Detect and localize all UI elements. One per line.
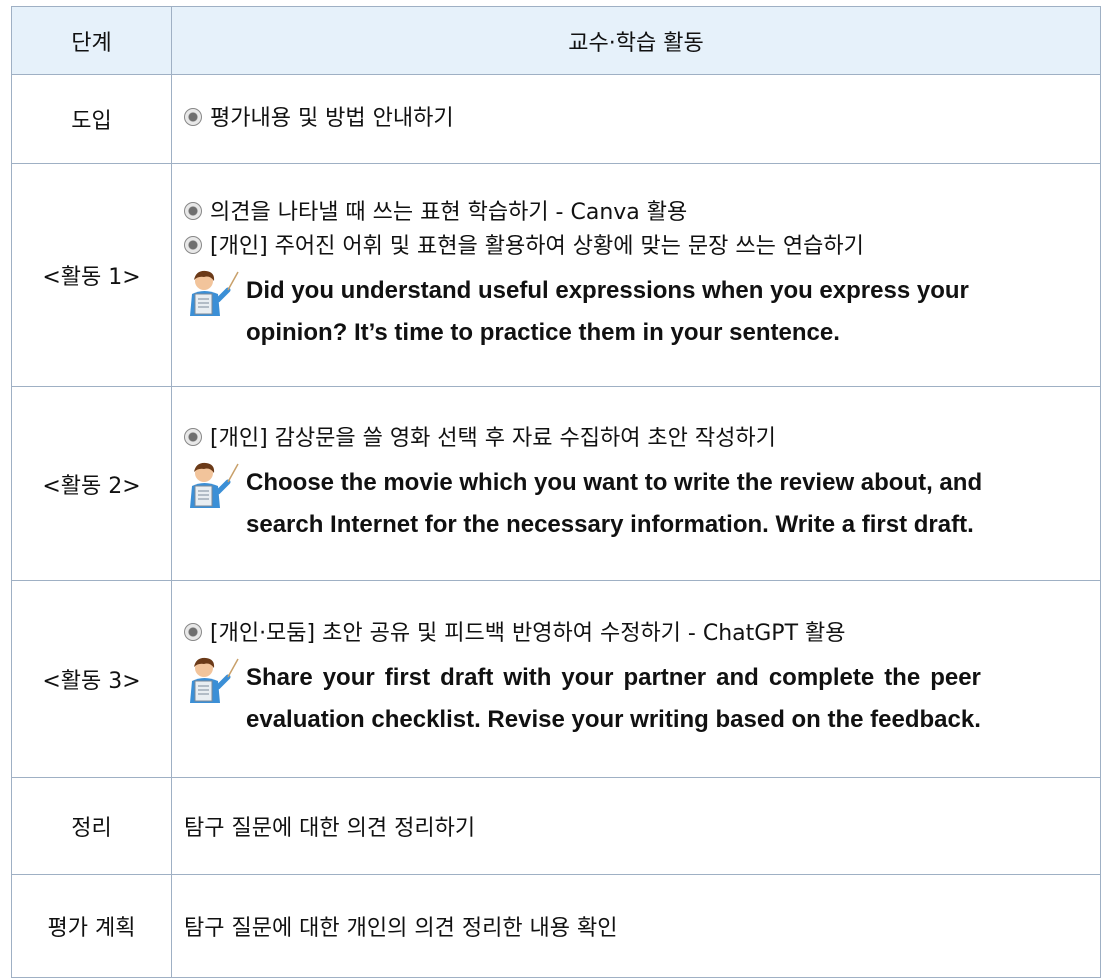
- teacher-pointer-icon: [184, 462, 246, 508]
- list-item: 의견을 나타낼 때 쓰는 표현 학습하기 - Canva 활용: [184, 196, 1096, 230]
- list-item: [개인·모둠] 초안 공유 및 피드백 반영하여 수정하기 - ChatGPT …: [184, 617, 1096, 651]
- lesson-plan-table: 단계 교수·학습 활동 도입 평가내용 및 방법 안내하기 <활동 1> 의견을…: [11, 6, 1101, 978]
- stage-cell: <활동 1>: [11, 163, 172, 387]
- stage-cell: 도입: [11, 74, 172, 164]
- stage-cell: 정리: [11, 777, 172, 875]
- header-activity: 교수·학습 활동: [171, 6, 1101, 75]
- circle-bullet-icon: [184, 202, 202, 220]
- english-prompt: Share your first draft with your partner…: [246, 664, 981, 733]
- activity-cell: 의견을 나타낼 때 쓰는 표현 학습하기 - Canva 활용 [개인] 주어진…: [171, 163, 1101, 387]
- table-row: 평가 계획 탐구 질문에 대한 개인의 의견 정리한 내용 확인: [11, 874, 1101, 978]
- stage-cell: 평가 계획: [11, 874, 172, 978]
- english-prompt: Did you understand useful expressions wh…: [246, 277, 969, 346]
- circle-bullet-icon: [184, 236, 202, 254]
- table-row: 정리 탐구 질문에 대한 의견 정리하기: [11, 777, 1101, 875]
- header-row: 단계 교수·학습 활동: [11, 6, 1101, 75]
- english-prompt: Choose the movie which you want to write…: [246, 468, 983, 538]
- activity-cell: 평가내용 및 방법 안내하기: [171, 74, 1101, 164]
- stage-cell: <활동 2>: [11, 386, 172, 581]
- list-item: 평가내용 및 방법 안내하기: [184, 102, 1096, 136]
- circle-bullet-icon: [184, 108, 202, 126]
- activity-cell: 탐구 질문에 대한 의견 정리하기: [171, 777, 1101, 875]
- teacher-prompt: Share your first draft with your partner…: [184, 657, 1096, 741]
- activity-cell: [개인] 감상문을 쓸 영화 선택 후 자료 수집하여 초안 작성하기 Choo…: [171, 386, 1101, 581]
- table-row: <활동 2> [개인] 감상문을 쓸 영화 선택 후 자료 수집하여 초안 작성…: [11, 386, 1101, 581]
- table-row: <활동 1> 의견을 나타낼 때 쓰는 표현 학습하기 - Canva 활용 […: [11, 163, 1101, 387]
- teacher-prompt: Choose the movie which you want to write…: [184, 462, 1096, 546]
- activity-cell: [개인·모둠] 초안 공유 및 피드백 반영하여 수정하기 - ChatGPT …: [171, 580, 1101, 778]
- circle-bullet-icon: [184, 427, 202, 446]
- stage-cell: <활동 3>: [11, 580, 172, 778]
- teacher-pointer-icon: [184, 657, 246, 703]
- teacher-prompt: Did you understand useful expressions wh…: [184, 270, 1096, 354]
- activity-cell: 탐구 질문에 대한 개인의 의견 정리한 내용 확인: [171, 874, 1101, 978]
- header-stage: 단계: [11, 6, 172, 75]
- table-row: 도입 평가내용 및 방법 안내하기: [11, 74, 1101, 164]
- list-item: [개인] 감상문을 쓸 영화 선택 후 자료 수집하여 초안 작성하기: [184, 422, 1096, 456]
- list-item: [개인] 주어진 어휘 및 표현을 활용하여 상황에 맞는 문장 쓰는 연습하기: [184, 230, 1096, 264]
- table-row: <활동 3> [개인·모둠] 초안 공유 및 피드백 반영하여 수정하기 - C…: [11, 580, 1101, 778]
- teacher-pointer-icon: [184, 270, 246, 316]
- circle-bullet-icon: [184, 623, 202, 641]
